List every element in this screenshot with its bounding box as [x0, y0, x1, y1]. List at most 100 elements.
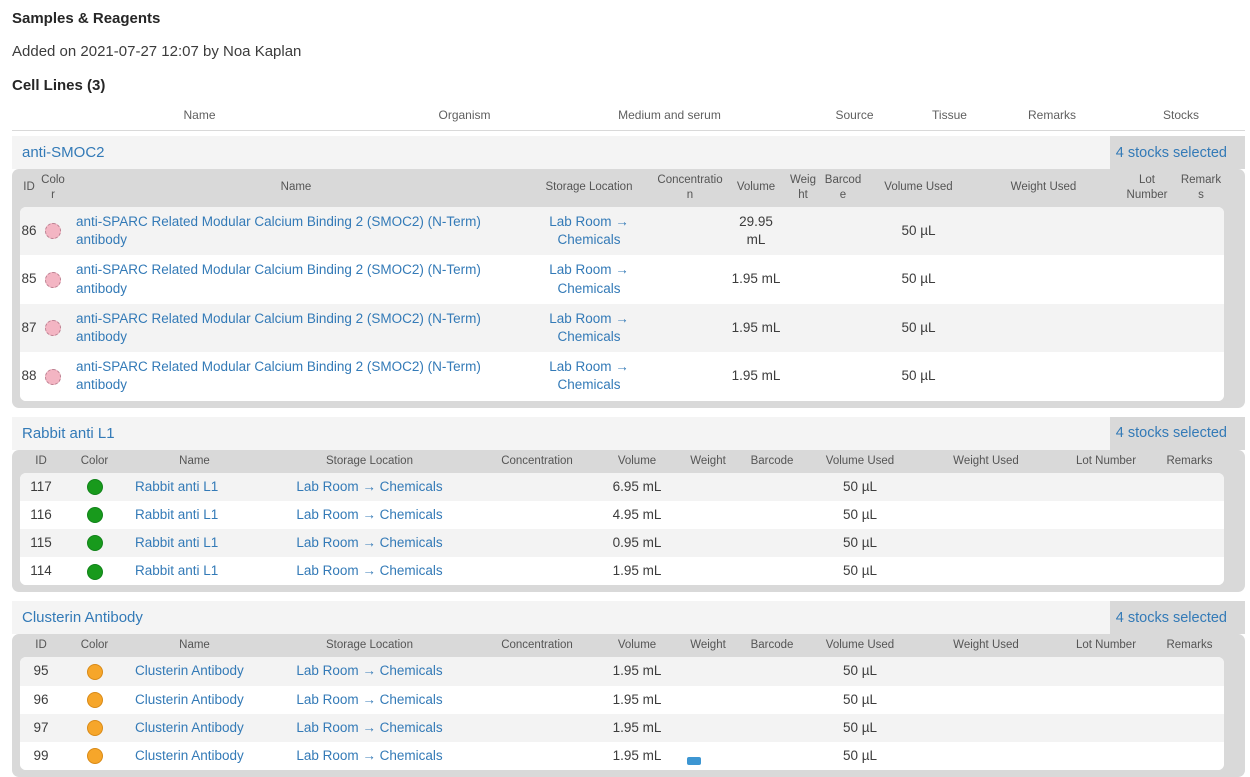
storage-location-link[interactable]: Lab Room → Chemicals: [262, 529, 477, 557]
stock-row: 88 anti-SPARC Related Modular Calcium Bi…: [20, 352, 1224, 400]
col-header-storage-location: Storage Location: [524, 169, 654, 207]
remarks-cell: [1155, 714, 1224, 742]
lot-number-cell: [1057, 501, 1155, 529]
remarks-cell: [1178, 304, 1224, 352]
stock-name-link[interactable]: Rabbit anti L1: [127, 529, 262, 557]
col-header-medium-serum: Medium and serum: [542, 108, 797, 122]
storage-location-link[interactable]: Lab Room → Chemicals: [262, 714, 477, 742]
col-header-volume-used: Volume Used: [805, 634, 915, 657]
stock-id: 116: [20, 501, 62, 529]
horizontal-scrollbar-thumb[interactable]: [687, 757, 701, 765]
cell-line-name-link[interactable]: Rabbit anti L1: [12, 417, 1110, 450]
lot-number-cell: [1057, 742, 1155, 770]
col-header-volume-used: Volume Used: [805, 450, 915, 473]
stock-name-link[interactable]: anti-SPARC Related Modular Calcium Bindi…: [68, 304, 524, 352]
stocks-header-table: ID Color Name Storage Location Concentra…: [20, 634, 1224, 657]
remarks-cell: [1155, 501, 1224, 529]
stock-row: 116 Rabbit anti L1 Lab Room → Chemicals …: [20, 501, 1224, 529]
barcode-cell: [739, 529, 805, 557]
stock-name-link[interactable]: anti-SPARC Related Modular Calcium Bindi…: [68, 207, 524, 255]
stock-name-link[interactable]: Clusterin Antibody: [127, 714, 262, 742]
stock-name-link[interactable]: Clusterin Antibody: [127, 686, 262, 714]
col-header-stock-name: Name: [127, 634, 262, 657]
weight-cell: [677, 473, 739, 501]
barcode-cell: [820, 352, 866, 400]
stock-color-cell: [38, 304, 68, 352]
color-dot-icon: [87, 535, 103, 551]
color-dot-icon: [45, 223, 61, 239]
stock-row: 117 Rabbit anti L1 Lab Room → Chemicals …: [20, 473, 1224, 501]
col-header-barcode: Barcode: [739, 634, 805, 657]
weight-cell: [786, 207, 820, 255]
cell-line-group-rabbit-anti-l1: Rabbit anti L1 4 stocks selected ID Colo…: [12, 417, 1245, 593]
stock-id: 99: [20, 742, 62, 770]
stocks-selected-link[interactable]: 4 stocks selected: [1110, 136, 1245, 169]
stock-name-link[interactable]: Rabbit anti L1: [127, 557, 262, 585]
storage-location-link[interactable]: Lab Room → Chemicals: [524, 207, 654, 255]
color-dot-icon: [87, 664, 103, 680]
stocks-selected-link[interactable]: 4 stocks selected: [1110, 601, 1245, 634]
stock-name-link[interactable]: Clusterin Antibody: [127, 657, 262, 685]
weight-cell: [677, 501, 739, 529]
storage-location-link[interactable]: Lab Room → Chemicals: [262, 473, 477, 501]
stock-color-cell: [62, 473, 127, 501]
stocks-selected-link[interactable]: 4 stocks selected: [1110, 417, 1245, 450]
weight-used-cell: [915, 473, 1057, 501]
barcode-cell: [739, 557, 805, 585]
color-dot-icon: [87, 692, 103, 708]
weight-used-cell: [915, 529, 1057, 557]
col-header-source: Source: [797, 108, 912, 122]
volume-cell: 0.95 mL: [597, 529, 677, 557]
remarks-cell: [1155, 529, 1224, 557]
stock-id: 115: [20, 529, 62, 557]
storage-location-link[interactable]: Lab Room → Chemicals: [524, 255, 654, 303]
storage-location-link[interactable]: Lab Room → Chemicals: [262, 557, 477, 585]
weight-used-cell: [915, 501, 1057, 529]
volume-used-cell: 50 µL: [805, 557, 915, 585]
concentration-cell: [654, 255, 726, 303]
cell-line-name-link[interactable]: anti-SMOC2: [12, 136, 1110, 169]
stock-color-cell: [62, 686, 127, 714]
remarks-cell: [1155, 686, 1224, 714]
barcode-cell: [820, 207, 866, 255]
storage-location-link[interactable]: Lab Room → Chemicals: [524, 352, 654, 400]
stock-name-link[interactable]: Rabbit anti L1: [127, 501, 262, 529]
remarks-cell: [1155, 742, 1224, 770]
col-header-id: ID: [20, 450, 62, 473]
col-header-organism: Organism: [387, 108, 542, 122]
concentration-cell: [477, 501, 597, 529]
remarks-cell: [1178, 207, 1224, 255]
cell-line-name-link[interactable]: Clusterin Antibody: [12, 601, 1110, 634]
added-by-line: Added on 2021-07-27 12:07 by Noa Kaplan: [12, 43, 1245, 60]
volume-cell: 1.95 mL: [726, 255, 786, 303]
stock-name-link[interactable]: Clusterin Antibody: [127, 742, 262, 770]
col-header-concentration: Concentration: [654, 169, 726, 207]
col-header-tissue: Tissue: [912, 108, 987, 122]
weight-used-cell: [915, 686, 1057, 714]
cell-line-group-clusterin-antibody: Clusterin Antibody 4 stocks selected ID …: [12, 601, 1245, 777]
stock-name-link[interactable]: anti-SPARC Related Modular Calcium Bindi…: [68, 352, 524, 400]
lot-number-cell: [1116, 207, 1178, 255]
weight-cell: [786, 304, 820, 352]
storage-location-link[interactable]: Lab Room → Chemicals: [524, 304, 654, 352]
col-header-barcode: Barcode: [820, 169, 866, 207]
concentration-cell: [477, 742, 597, 770]
stock-name-link[interactable]: Rabbit anti L1: [127, 473, 262, 501]
weight-cell: [786, 255, 820, 303]
storage-location-link[interactable]: Lab Room → Chemicals: [262, 657, 477, 685]
color-dot-icon: [45, 320, 61, 336]
col-header-storage-location: Storage Location: [262, 450, 477, 473]
stock-id: 114: [20, 557, 62, 585]
stock-id: 86: [20, 207, 38, 255]
storage-location-link[interactable]: Lab Room → Chemicals: [262, 501, 477, 529]
weight-used-cell: [971, 352, 1116, 400]
storage-location-link[interactable]: Lab Room → Chemicals: [262, 742, 477, 770]
stock-row: 99 Clusterin Antibody Lab Room → Chemica…: [20, 742, 1224, 770]
stock-name-link[interactable]: anti-SPARC Related Modular Calcium Bindi…: [68, 255, 524, 303]
col-header-remarks: Remarks: [987, 108, 1117, 122]
storage-location-link[interactable]: Lab Room → Chemicals: [262, 686, 477, 714]
concentration-cell: [477, 529, 597, 557]
color-dot-icon: [87, 748, 103, 764]
stock-row: 115 Rabbit anti L1 Lab Room → Chemicals …: [20, 529, 1224, 557]
col-header-weight: Weight: [677, 450, 739, 473]
